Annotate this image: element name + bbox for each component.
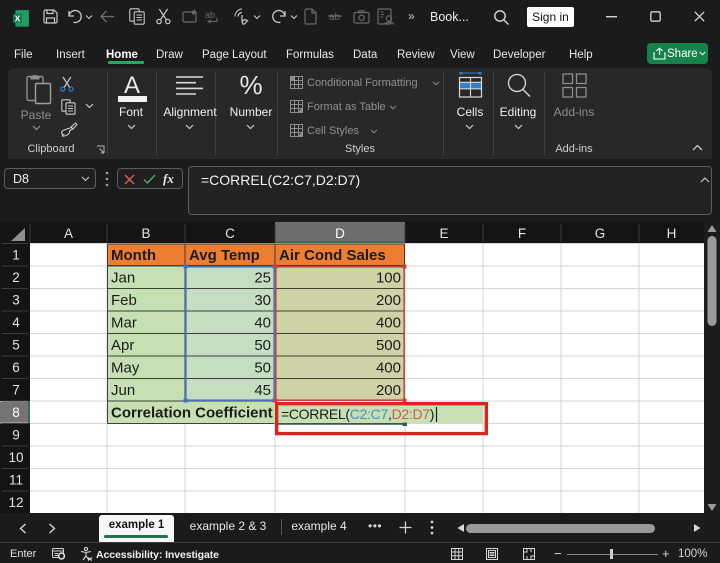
svg-text:Month: Month	[111, 247, 156, 264]
svg-text:8: 8	[12, 405, 20, 420]
svg-text:45: 45	[254, 382, 271, 399]
svg-text:40: 40	[254, 315, 271, 332]
svg-text:11: 11	[9, 473, 23, 488]
svg-text:X: X	[15, 14, 21, 24]
svg-text:F: F	[518, 226, 526, 241]
svg-text:2: 2	[12, 270, 20, 285]
svg-text:100: 100	[376, 270, 401, 287]
svg-text:B: B	[141, 226, 150, 241]
svg-text:12: 12	[8, 495, 23, 510]
svg-text:10: 10	[8, 450, 23, 465]
svg-text:G: G	[595, 226, 606, 241]
svg-text:9: 9	[12, 428, 20, 443]
svg-text:Avg Temp: Avg Temp	[189, 247, 260, 264]
svg-text:3: 3	[12, 293, 20, 308]
svg-text:6: 6	[12, 360, 20, 375]
svg-text:A: A	[64, 226, 73, 241]
svg-text:5: 5	[12, 338, 20, 353]
svg-text:Jan: Jan	[111, 270, 135, 287]
svg-text:May: May	[111, 360, 140, 377]
svg-text:ab: ab	[329, 12, 341, 23]
svg-text:500: 500	[376, 337, 401, 354]
svg-text:Apr: Apr	[111, 337, 134, 354]
svg-text:=CORREL(C2:C7,D2:D7): =CORREL(C2:C7,D2:D7)	[281, 406, 434, 422]
svg-text:50: 50	[254, 360, 271, 377]
svg-text:25: 25	[254, 270, 271, 287]
svg-text:C: C	[225, 226, 235, 241]
svg-text:D: D	[335, 226, 345, 241]
svg-text:H: H	[667, 226, 677, 241]
svg-text:Correlation Coefficient: Correlation Coefficient	[111, 405, 273, 422]
svg-text:30: 30	[254, 292, 271, 309]
svg-text:7: 7	[12, 383, 20, 398]
svg-text:200: 200	[376, 292, 401, 309]
svg-text:ab: ab	[205, 10, 215, 20]
svg-text:Feb: Feb	[111, 292, 137, 309]
svg-text:Jun: Jun	[111, 382, 135, 399]
svg-text:4: 4	[12, 315, 20, 330]
svg-text:200: 200	[376, 382, 401, 399]
svg-text:400: 400	[376, 360, 401, 377]
svg-text:E: E	[439, 226, 448, 241]
svg-text:Air Cond Sales: Air Cond Sales	[279, 247, 386, 264]
svg-text:50: 50	[254, 337, 271, 354]
svg-text:Mar: Mar	[111, 315, 137, 332]
svg-text:1: 1	[12, 248, 20, 263]
svg-text:400: 400	[376, 315, 401, 332]
